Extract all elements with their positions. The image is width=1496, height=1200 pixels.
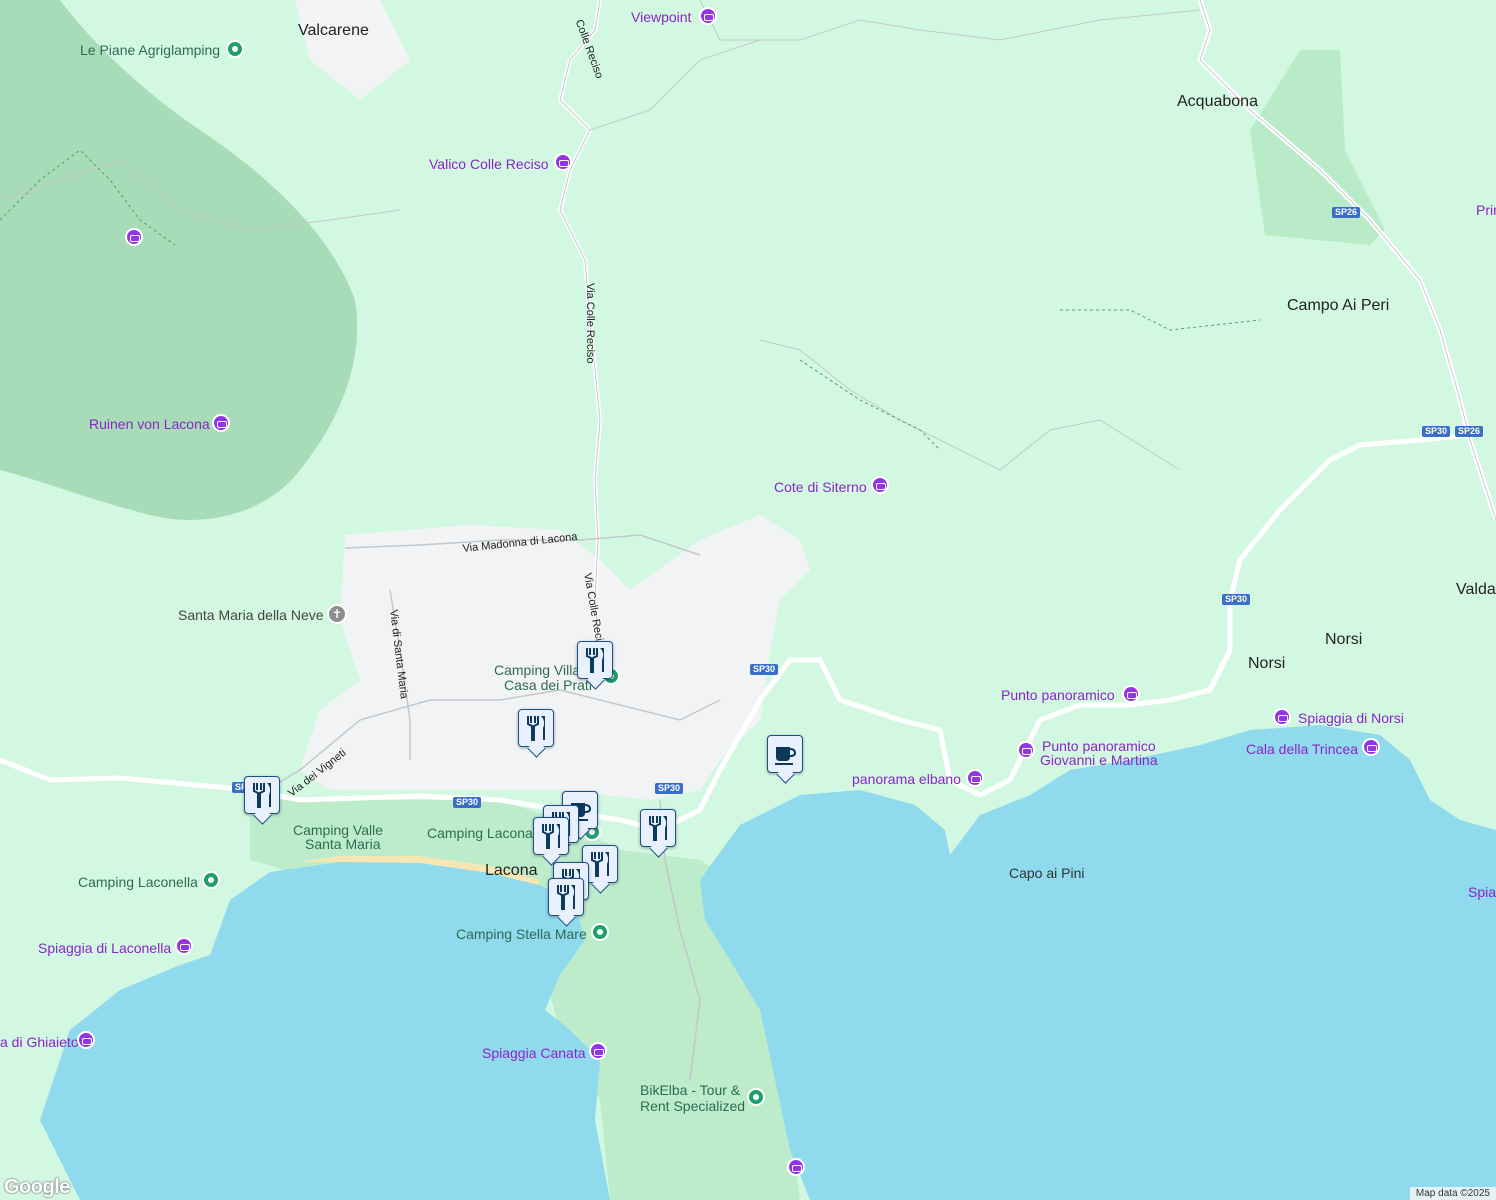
camp-label-valle-line2[interactable]: Santa Maria xyxy=(305,836,380,852)
camp-label-villa-line2[interactable]: Casa dei Prati xyxy=(504,677,592,693)
camp-label-lacona[interactable]: Camping Lacona xyxy=(427,825,533,841)
restaurant-icon xyxy=(253,783,271,808)
poi-label-valico[interactable]: Valico Colle Reciso xyxy=(429,156,549,172)
poi-label-spia[interactable]: Spia xyxy=(1468,884,1496,900)
place-label-lacona: Lacona xyxy=(485,862,538,879)
punto-camera-icon[interactable] xyxy=(1122,685,1140,703)
road-shield-sp30-norsi: SP30 xyxy=(1222,594,1251,605)
road-shield-sp26: SP26 xyxy=(1332,207,1361,218)
cafe-icon xyxy=(775,747,797,765)
poi-label-cote[interactable]: Cote di Siterno xyxy=(774,479,867,495)
street-label-colle-mid: Via Colle Reciso xyxy=(584,283,596,364)
bike-shop-icon[interactable] xyxy=(747,1088,765,1106)
poi-label-elbano[interactable]: panorama elbano xyxy=(852,771,961,787)
restaurant-icon xyxy=(586,648,604,673)
unnamed-camera-icon[interactable] xyxy=(125,228,143,246)
laconella-beach-camera-icon[interactable] xyxy=(175,937,193,955)
ghiaieto-camera-icon[interactable] xyxy=(77,1031,95,1049)
poi-label-spiaggia-norsi[interactable]: Spiaggia di Norsi xyxy=(1298,710,1404,726)
place-label-campo-ai-peri: Campo Ai Peri xyxy=(1287,297,1390,314)
camp-label-piane[interactable]: Le Piane Agriglamping xyxy=(80,42,220,58)
restaurant-marker[interactable] xyxy=(533,817,569,855)
restaurant-marker[interactable] xyxy=(577,641,613,679)
poi-label-ruinen[interactable]: Ruinen von Lacona xyxy=(89,416,210,432)
camp-label-stella[interactable]: Camping Stella Mare xyxy=(456,926,587,942)
coast-label-capo: Capo ai Pini xyxy=(1009,865,1085,881)
church-label[interactable]: Santa Maria della Neve xyxy=(178,607,324,623)
map-attribution[interactable]: Map data ©2025 xyxy=(1409,1187,1496,1200)
place-label-norsi-south: Norsi xyxy=(1248,655,1286,672)
canata-camera-icon[interactable] xyxy=(589,1042,607,1060)
sea-east xyxy=(700,725,1496,1200)
restaurant-icon xyxy=(649,816,667,841)
restaurant-icon xyxy=(542,824,560,849)
elbano-camera-icon[interactable] xyxy=(966,769,984,787)
place-label-norsi: Norsi xyxy=(1325,631,1363,648)
road-shield-sp30-beach: SP30 xyxy=(453,797,482,808)
road-shield-sp30-center: SP30 xyxy=(750,664,779,675)
place-label-valda: Valda xyxy=(1456,581,1496,598)
place-label-prim: Prim xyxy=(1476,202,1496,218)
poi-label-canata[interactable]: Spiaggia Canata xyxy=(482,1045,586,1061)
viewpoint-camera-icon[interactable] xyxy=(699,7,717,25)
stella-camp-icon[interactable] xyxy=(591,923,609,941)
camp-label-villa-line1[interactable]: Camping Villa xyxy=(494,662,580,678)
restaurant-marker[interactable] xyxy=(640,809,676,847)
cote-camera-icon[interactable] xyxy=(871,476,889,494)
road-shield-sp30-lacona: SP30 xyxy=(655,783,684,794)
piane-camp-icon[interactable] xyxy=(226,40,244,58)
cross-icon[interactable]: ✝ xyxy=(327,604,347,624)
bike-shop-label-line2[interactable]: Rent Specialized xyxy=(640,1098,745,1114)
poi-label-viewpoint[interactable]: Viewpoint xyxy=(631,9,691,25)
bike-shop-label-line1[interactable]: BikElba - Tour & xyxy=(640,1082,740,1098)
place-label-acquabona: Acquabona xyxy=(1177,93,1258,110)
poi-label-ghiaieto[interactable]: a di Ghiaieto xyxy=(0,1034,79,1050)
restaurant-icon xyxy=(591,852,609,877)
trincea-camera-icon[interactable] xyxy=(1362,738,1380,756)
poi-label-trincea[interactable]: Cala della Trincea xyxy=(1246,741,1358,757)
google-logo: Google xyxy=(4,1176,70,1198)
road-shield-sp30-east: SP30 xyxy=(1422,426,1451,437)
camp-label-laconella[interactable]: Camping Laconella xyxy=(78,874,198,890)
south-camera-icon[interactable] xyxy=(787,1158,805,1176)
laconella-camp-icon[interactable] xyxy=(202,871,220,889)
ruinen-camera-icon[interactable] xyxy=(212,414,230,432)
map-canvas[interactable] xyxy=(0,0,1496,1200)
poi-label-giovanni-line2[interactable]: Giovanni e Martina xyxy=(1040,752,1158,768)
cafe-marker[interactable] xyxy=(767,735,803,773)
poi-label-laconella-beach[interactable]: Spiaggia di Laconella xyxy=(38,940,171,956)
restaurant-marker[interactable] xyxy=(244,776,280,814)
restaurant-icon xyxy=(527,716,545,741)
giovanni-camera-icon[interactable] xyxy=(1017,741,1035,759)
restaurant-marker[interactable] xyxy=(518,709,554,747)
poi-label-punto[interactable]: Punto panoramico xyxy=(1001,687,1115,703)
restaurant-icon xyxy=(557,885,575,910)
valico-camera-icon[interactable] xyxy=(554,153,572,171)
road-shield-sp26-east: SP26 xyxy=(1455,426,1484,437)
spiaggia-norsi-camera-icon[interactable] xyxy=(1273,708,1291,726)
place-label-valcarene: Valcarene xyxy=(298,22,369,39)
restaurant-marker[interactable] xyxy=(548,878,584,916)
